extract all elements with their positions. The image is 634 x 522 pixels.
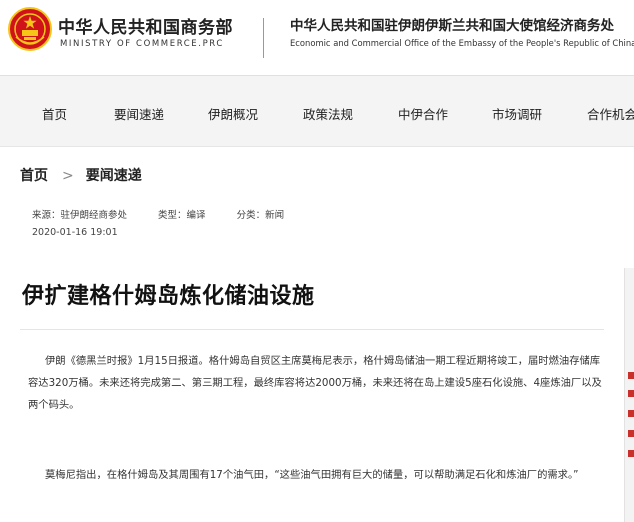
article-source: 来源：驻伊朗经商参处 bbox=[32, 210, 128, 221]
nav-item-iran-overview[interactable]: 伊朗概况 bbox=[208, 104, 258, 123]
header-divider bbox=[263, 18, 264, 58]
nav-item-market-research[interactable]: 市场调研 bbox=[492, 104, 542, 123]
article-paragraph: 莫梅尼指出，在格什姆岛及其周围有17个油气田，“这些油气田拥有巨大的储量，可以帮… bbox=[28, 464, 606, 486]
breadcrumb-home[interactable]: 首页 bbox=[20, 168, 48, 184]
article-title: 伊扩建格什姆岛炼化储油设施 bbox=[22, 284, 315, 309]
side-panel-glyph bbox=[628, 410, 634, 417]
breadcrumb: 首页 > 要闻速递 bbox=[20, 165, 142, 185]
title-divider bbox=[20, 329, 604, 330]
side-panel-glyph bbox=[628, 390, 634, 397]
article-type: 类型：编译 bbox=[158, 210, 206, 221]
article-date: 2020-01-16 19:01 bbox=[32, 227, 118, 238]
article-paragraph-text: 伊朗《德黑兰时报》1月15日报道。格什姆岛自贸区主席莫梅尼表示，格什姆岛储油一期… bbox=[28, 355, 602, 411]
article-meta: 来源：驻伊朗经商参处 类型：编译 分类：新闻 bbox=[32, 207, 284, 221]
nav-item-policies[interactable]: 政策法规 bbox=[303, 104, 353, 123]
embassy-name-cn: 中华人民共和国驻伊朗伊斯兰共和国大使馆经济商务处 bbox=[290, 18, 614, 34]
nav-item-cooperation[interactable]: 中伊合作 bbox=[398, 104, 448, 123]
side-panel-glyph bbox=[628, 450, 634, 457]
article-paragraph-text: 莫梅尼指出，在格什姆岛及其周围有17个油气田，“这些油气田拥有巨大的储量，可以帮… bbox=[45, 469, 579, 481]
site-header: 中华人民共和国商务部 MINISTRY OF COMMERCE.PRC 中华人民… bbox=[0, 0, 634, 75]
national-emblem-icon[interactable] bbox=[8, 7, 52, 51]
side-panel-glyph bbox=[628, 372, 634, 379]
nav-item-news[interactable]: 要闻速递 bbox=[114, 104, 164, 123]
breadcrumb-current[interactable]: 要闻速递 bbox=[86, 168, 142, 184]
nav-item-opportunities[interactable]: 合作机会 bbox=[587, 104, 634, 123]
embassy-name-en: Economic and Commercial Office of the Em… bbox=[290, 38, 634, 48]
ministry-name-en: MINISTRY OF COMMERCE.PRC bbox=[60, 39, 224, 49]
chevron-right-icon: > bbox=[62, 168, 74, 184]
ministry-name-cn[interactable]: 中华人民共和国商务部 bbox=[58, 13, 233, 38]
side-panel-glyph bbox=[628, 430, 634, 437]
nav-item-home[interactable]: 首页 bbox=[42, 104, 67, 123]
main-nav: 首页 要闻速递 伊朗概况 政策法规 中伊合作 市场调研 合作机会 bbox=[0, 75, 634, 147]
article-category: 分类：新闻 bbox=[236, 210, 285, 221]
article-paragraph: 伊朗《德黑兰时报》1月15日报道。格什姆岛自贸区主席莫梅尼表示，格什姆岛储油一期… bbox=[28, 350, 606, 416]
